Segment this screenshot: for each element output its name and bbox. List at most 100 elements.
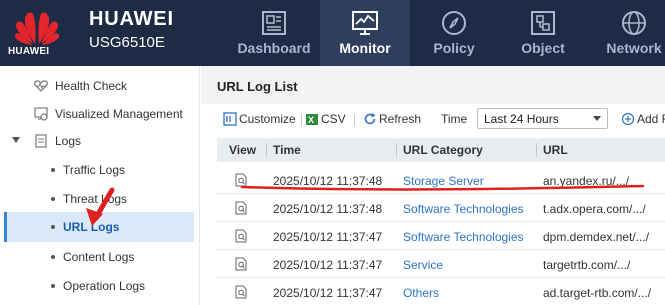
sidebar-item-label: Threat Logs bbox=[63, 192, 128, 206]
product-model: USG6510E bbox=[89, 34, 165, 51]
bullet-icon bbox=[51, 255, 55, 259]
view-details-icon[interactable] bbox=[235, 285, 247, 299]
sidebar-item-label: URL Logs bbox=[63, 220, 120, 234]
document-icon bbox=[35, 134, 47, 148]
column-divider[interactable] bbox=[266, 143, 267, 157]
row-url: t.adx.opera.com/.../ bbox=[543, 202, 646, 216]
toolbar-divider bbox=[354, 114, 355, 126]
firewall-web-ui: HUAWEI HUAWEI USG6510E Dashboard Monitor bbox=[0, 0, 665, 305]
bullet-icon bbox=[51, 225, 55, 229]
chevron-down-icon bbox=[593, 116, 601, 121]
tab-network-label: Network bbox=[606, 40, 662, 56]
toolbar-divider bbox=[301, 114, 302, 126]
refresh-icon bbox=[364, 113, 376, 125]
refresh-label: Refresh bbox=[379, 112, 422, 126]
sidebar-item-logs[interactable]: Logs bbox=[0, 127, 194, 155]
tab-object-label: Object bbox=[521, 40, 565, 56]
page-title: URL Log List bbox=[217, 79, 298, 94]
main-content: URL Log List Customize X CSV Refresh Tim… bbox=[201, 66, 665, 305]
bullet-icon bbox=[51, 284, 55, 288]
sidebar-item-operation-logs[interactable]: Operation Logs bbox=[0, 272, 194, 300]
add-filter-label: Add F bbox=[637, 112, 665, 126]
tab-dashboard[interactable]: Dashboard bbox=[232, 0, 316, 66]
tab-policy[interactable]: Policy bbox=[414, 0, 494, 66]
compass-icon bbox=[442, 11, 466, 35]
table-row: 2025/10/12 11:37:47 Others ad.target-rtb… bbox=[217, 278, 665, 305]
top-navigation-bar: HUAWEI HUAWEI USG6510E Dashboard Monitor bbox=[0, 0, 665, 66]
sidebar-item-label: Operation Logs bbox=[63, 279, 146, 293]
tab-network[interactable]: Network bbox=[592, 0, 665, 66]
row-url-category-link[interactable]: Storage Server bbox=[403, 174, 484, 188]
sidebar-item-content-logs[interactable]: Content Logs bbox=[0, 243, 194, 271]
view-details-icon[interactable] bbox=[235, 257, 247, 271]
tab-dashboard-label: Dashboard bbox=[237, 40, 311, 56]
bullet-icon bbox=[51, 168, 55, 172]
tab-object[interactable]: Object bbox=[500, 0, 586, 66]
row-time: 2025/10/12 11:37:48 bbox=[273, 174, 383, 188]
toolbar: Customize X CSV Refresh Time Last 24 Hou… bbox=[201, 104, 665, 136]
sidebar-item-label: Traffic Logs bbox=[63, 163, 126, 177]
row-time: 2025/10/12 11:37:47 bbox=[273, 286, 383, 300]
huawei-flower-icon bbox=[14, 12, 60, 45]
customize-button[interactable]: Customize bbox=[223, 111, 299, 129]
column-header-url-category[interactable]: URL Category bbox=[403, 143, 483, 157]
product-name: HUAWEI bbox=[89, 8, 174, 30]
row-url-category-link[interactable]: Software Technologies bbox=[403, 202, 524, 216]
row-url: targetrtb.com/.../ bbox=[543, 258, 631, 272]
svg-text:X: X bbox=[308, 115, 314, 125]
add-icon bbox=[621, 112, 635, 126]
row-url-category-link[interactable]: Others bbox=[403, 286, 439, 300]
row-url-category-link[interactable]: Software Technologies bbox=[403, 230, 524, 244]
visual-management-icon bbox=[34, 107, 48, 121]
heartbeat-icon bbox=[34, 80, 48, 92]
monitor-icon bbox=[352, 11, 378, 35]
column-divider[interactable] bbox=[536, 143, 537, 157]
excel-export-icon: X bbox=[306, 114, 318, 125]
row-url-category-link[interactable]: Service bbox=[403, 258, 443, 272]
csv-export-button[interactable]: X CSV bbox=[305, 111, 347, 129]
bullet-icon bbox=[51, 197, 55, 201]
view-details-icon[interactable] bbox=[235, 229, 247, 243]
brand-wordmark: HUAWEI bbox=[8, 46, 50, 57]
refresh-button[interactable]: Refresh bbox=[363, 111, 425, 129]
column-divider[interactable] bbox=[396, 143, 397, 157]
sidebar-item-label: Visualized Management bbox=[55, 107, 183, 121]
table-header: View Time URL Category URL bbox=[217, 138, 665, 162]
tab-policy-label: Policy bbox=[433, 40, 475, 56]
sidebar-item-url-logs[interactable]: URL Logs bbox=[4, 212, 194, 242]
tab-monitor[interactable]: Monitor bbox=[320, 0, 410, 66]
table-row: 2025/10/12 11:37:48 Software Technologie… bbox=[217, 194, 665, 222]
sidebar-item-health-check[interactable]: Health Check bbox=[0, 72, 194, 100]
customize-label: Customize bbox=[239, 112, 296, 126]
sidebar-item-threat-logs[interactable]: Threat Logs bbox=[0, 185, 194, 213]
view-details-icon[interactable] bbox=[235, 201, 247, 215]
row-time: 2025/10/12 11:37:47 bbox=[273, 258, 383, 272]
sidebar-item-label: Logs bbox=[55, 134, 82, 148]
row-time: 2025/10/12 11:37:47 bbox=[273, 230, 383, 244]
sidebar: Health Check Visualized Management Logs … bbox=[0, 66, 200, 305]
page-header: URL Log List bbox=[201, 66, 665, 104]
csv-label: CSV bbox=[321, 112, 346, 126]
sidebar-item-label: Health Check bbox=[55, 79, 128, 93]
sidebar-item-traffic-logs[interactable]: Traffic Logs bbox=[0, 156, 194, 184]
table-row: 2025/10/12 11:37:47 Service targetrtb.co… bbox=[217, 250, 665, 278]
column-header-url[interactable]: URL bbox=[543, 143, 568, 157]
add-filter-button[interactable]: Add F bbox=[621, 111, 665, 129]
time-range-select[interactable]: Last 24 Hours bbox=[477, 108, 608, 129]
row-url: dpm.demdex.net/.../ bbox=[543, 230, 650, 244]
row-time: 2025/10/12 11:37:48 bbox=[273, 202, 383, 216]
view-details-icon[interactable] bbox=[235, 173, 247, 187]
customize-icon bbox=[223, 112, 237, 126]
dashboard-icon bbox=[262, 11, 286, 35]
sidebar-item-visualized-management[interactable]: Visualized Management bbox=[0, 100, 194, 128]
expand-caret-icon[interactable] bbox=[12, 137, 20, 143]
column-header-view[interactable]: View bbox=[229, 143, 256, 157]
column-header-time[interactable]: Time bbox=[273, 143, 301, 157]
globe-icon bbox=[622, 11, 646, 35]
row-url: an.yandex.ru/.../ bbox=[543, 174, 630, 188]
time-range-value: Last 24 Hours bbox=[484, 112, 559, 126]
table-row: 2025/10/12 11:37:47 Software Technologie… bbox=[217, 222, 665, 250]
huawei-logo[interactable]: HUAWEI bbox=[0, 0, 74, 66]
sidebar-item-label: Content Logs bbox=[63, 250, 135, 264]
time-label: Time bbox=[441, 112, 468, 126]
